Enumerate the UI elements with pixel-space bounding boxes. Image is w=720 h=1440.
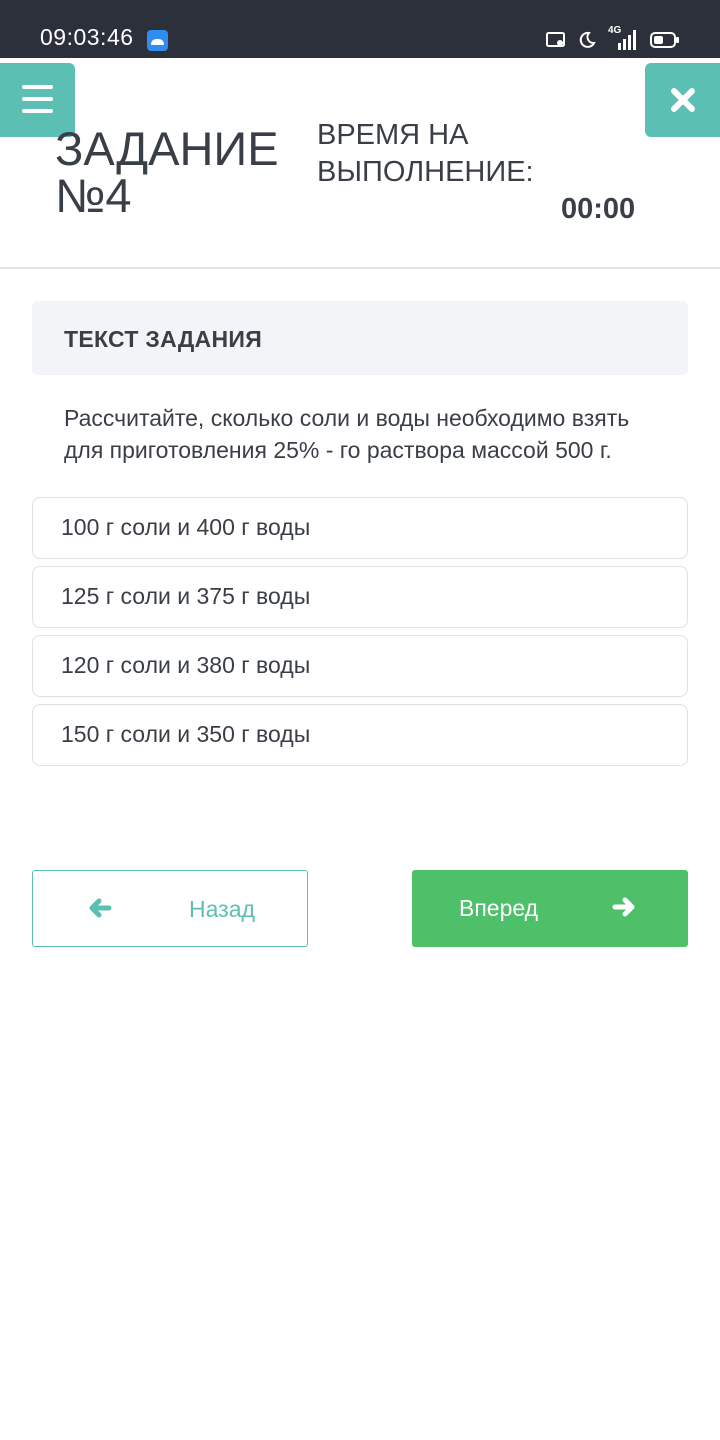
task-text: Рассчитайте, сколько соли и воды необход… [64,405,630,463]
android-app-icon [147,30,168,51]
task-heading: ТЕКСТ ЗАДАНИЯ [64,326,263,352]
battery-icon [650,32,679,48]
answer-label: 125 г соли и 375 г воды [61,583,311,609]
time-label: ВРЕМЯ НА ВЫПОЛНЕНИЕ: [317,119,534,188]
cast-icon [546,32,565,47]
answer-option-2[interactable]: 125 г соли и 375 г воды [32,566,688,628]
hamburger-line [22,97,53,101]
time-value: 00:00 [561,193,636,225]
back-button-label: Назад [189,896,255,922]
header-divider [0,267,720,269]
answer-option-1[interactable]: 100 г соли и 400 г воды [32,497,688,559]
signal-icon [618,30,636,50]
signal-group: 4G [608,25,638,51]
status-bar: 09:03:46 4G [0,0,720,58]
answer-label: 120 г соли и 380 г воды [61,652,311,678]
answer-option-4[interactable]: 150 г соли и 350 г воды [32,704,688,766]
close-button[interactable] [645,63,720,137]
arrow-right-icon [612,897,635,917]
task-heading-box: ТЕКСТ ЗАДАНИЯ [32,301,688,375]
hamburger-line [22,109,53,113]
arrow-left-icon [89,898,112,918]
close-icon [670,88,695,112]
status-icons: 4G [546,25,680,52]
task-title: ЗАДАНИЕ №4 [55,122,279,222]
hamburger-menu-icon [22,85,53,89]
answer-label: 150 г соли и 350 г воды [61,721,311,747]
status-time: 09:03:46 [40,24,134,50]
next-button[interactable]: Вперед [412,870,688,947]
answer-option-3[interactable]: 120 г соли и 380 г воды [32,635,688,697]
answer-label: 100 г соли и 400 г воды [61,514,311,540]
back-button[interactable]: Назад [32,870,308,947]
next-button-label: Вперед [459,895,539,921]
moon-icon [579,31,596,48]
